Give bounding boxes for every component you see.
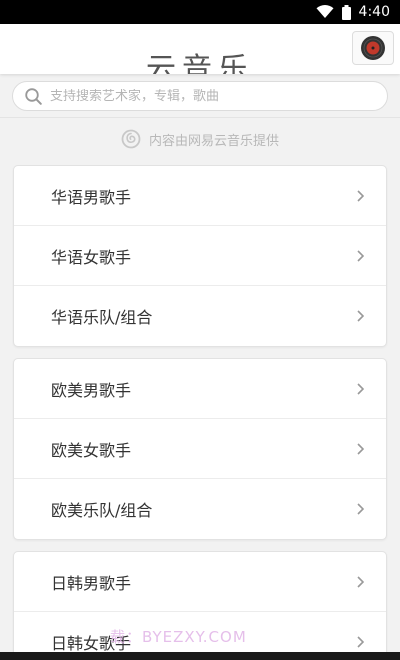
category-row-jpkr-male[interactable]: 日韩男歌手 xyxy=(14,552,386,612)
category-row-western-band[interactable]: 欧美乐队/组合 xyxy=(14,479,386,539)
category-row-chinese-band[interactable]: 华语乐队/组合 xyxy=(14,286,386,346)
status-time: 4:40 xyxy=(358,4,390,20)
wifi-icon xyxy=(316,5,334,18)
provider-note: 内容由网易云音乐提供 xyxy=(0,124,400,154)
chevron-right-icon xyxy=(357,189,364,202)
category-label: 日韩男歌手 xyxy=(51,573,132,593)
category-row-chinese-male[interactable]: 华语男歌手 xyxy=(14,166,386,226)
category-row-chinese-female[interactable]: 华语女歌手 xyxy=(14,226,386,286)
search-bar xyxy=(0,74,400,118)
chevron-right-icon xyxy=(357,636,364,648)
search-icon xyxy=(25,87,42,105)
category-row-western-female[interactable]: 欧美女歌手 xyxy=(14,419,386,479)
chevron-right-icon xyxy=(357,575,364,588)
category-label: 华语男歌手 xyxy=(51,187,132,207)
chevron-right-icon xyxy=(357,310,364,322)
app-header: 云音乐 xyxy=(0,24,400,74)
category-row-western-male[interactable]: 欧美男歌手 xyxy=(14,359,386,419)
category-label: 欧美男歌手 xyxy=(51,380,132,400)
category-label: 华语乐队/组合 xyxy=(51,308,153,327)
chevron-right-icon xyxy=(357,249,364,262)
chevron-right-icon xyxy=(357,442,364,455)
chevron-right-icon xyxy=(357,382,364,395)
category-card-chinese: 华语男歌手 华语女歌手 华语乐队/组合 xyxy=(13,165,387,347)
category-label: 欧美乐队/组合 xyxy=(51,501,153,520)
category-label: 欧美女歌手 xyxy=(51,440,132,460)
navigation-bar xyxy=(0,652,400,660)
search-input[interactable] xyxy=(50,88,370,104)
now-playing-button[interactable] xyxy=(352,31,394,65)
status-bar: 4:40 xyxy=(0,0,400,24)
search-box[interactable] xyxy=(12,81,388,111)
vinyl-record-icon xyxy=(361,36,385,60)
category-card-western: 欧美男歌手 欧美女歌手 欧美乐队/组合 xyxy=(13,358,387,540)
app-title: 云音乐 xyxy=(146,52,254,74)
battery-icon xyxy=(341,4,351,20)
watermark: 载：BYEZXY.COM xyxy=(110,628,247,646)
chevron-right-icon xyxy=(357,503,364,515)
screen: 4:40 云音乐 内容由网易云音乐提供 xyxy=(0,0,400,660)
provider-text: 内容由网易云音乐提供 xyxy=(148,133,279,149)
netease-music-icon xyxy=(121,129,141,149)
category-label: 华语女歌手 xyxy=(51,247,132,267)
